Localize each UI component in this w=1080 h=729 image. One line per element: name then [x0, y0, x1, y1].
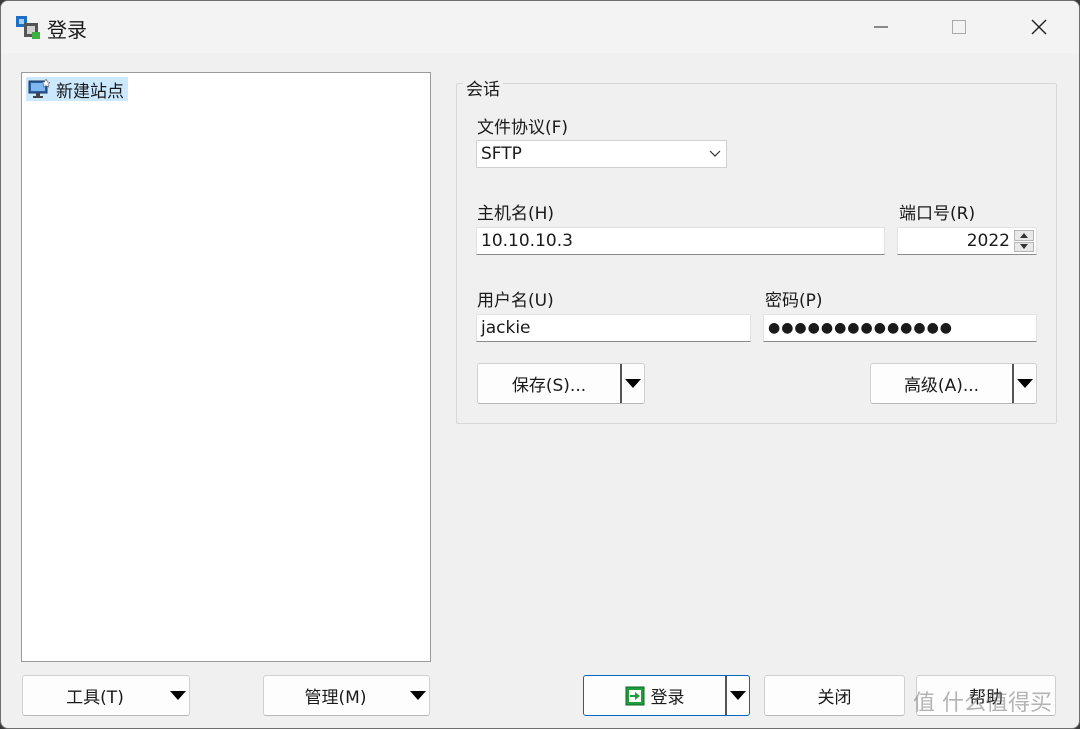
save-button-label: 保存(S)...: [511, 376, 587, 396]
save-dropdown-button[interactable]: [620, 364, 644, 403]
port-decrement-button[interactable]: [1014, 241, 1034, 252]
password-label: 密码(P): [765, 291, 823, 311]
close-button[interactable]: 关闭: [764, 675, 905, 716]
dropdown-arrow-icon: [1017, 379, 1033, 388]
winscp-app-icon: [16, 16, 40, 39]
tree-item-label: 新建站点: [56, 81, 124, 102]
login-button[interactable]: 登录: [583, 675, 750, 716]
chevron-down-icon: [709, 150, 721, 157]
host-input[interactable]: 10.10.10.3: [476, 227, 885, 255]
username-input[interactable]: jackie: [476, 314, 751, 342]
host-label: 主机名(H): [477, 204, 555, 224]
save-button-main[interactable]: 保存(S)...: [478, 364, 620, 403]
tools-button-main[interactable]: 工具(T): [23, 676, 167, 715]
dropdown-arrow-icon: [730, 691, 746, 700]
login-icon: [625, 686, 644, 705]
username-label: 用户名(U): [477, 291, 554, 311]
password-value: ●●●●●●●●●●●●●●: [768, 320, 954, 336]
minimize-button[interactable]: [841, 1, 921, 53]
minimize-icon: [874, 26, 888, 28]
port-label: 端口号(R): [899, 204, 976, 224]
manage-button[interactable]: 管理(M): [263, 675, 430, 716]
maximize-button[interactable]: [919, 1, 999, 53]
advanced-button-label: 高级(A)...: [903, 376, 980, 396]
save-button[interactable]: 保存(S)...: [477, 363, 645, 404]
advanced-button[interactable]: 高级(A)...: [870, 363, 1037, 404]
dropdown-arrow-icon: [410, 691, 426, 700]
port-value: 2022: [966, 231, 1010, 251]
dropdown-arrow-icon: [170, 691, 186, 700]
port-spinner[interactable]: 2022: [897, 227, 1037, 255]
tools-button[interactable]: 工具(T): [22, 675, 190, 716]
host-value: 10.10.10.3: [481, 231, 573, 251]
caret-up-icon: [1020, 232, 1028, 238]
port-spin-buttons: [1014, 230, 1034, 252]
close-button-label: 关闭: [817, 688, 852, 708]
protocol-select[interactable]: SFTP: [476, 140, 727, 168]
tools-dropdown-button[interactable]: [167, 676, 189, 715]
login-button-main[interactable]: 登录: [584, 676, 725, 715]
maximize-icon: [952, 20, 966, 34]
window-title: 登录: [47, 18, 87, 42]
protocol-value: SFTP: [481, 144, 522, 164]
password-input[interactable]: ●●●●●●●●●●●●●●: [763, 314, 1037, 342]
title-bar[interactable]: 登录: [1, 1, 1079, 53]
close-icon: [1031, 19, 1047, 35]
tree-item-new-site[interactable]: 新建站点: [26, 77, 128, 102]
protocol-label: 文件协议(F): [477, 118, 569, 138]
watermark-text: 值 什么值得买: [913, 691, 1052, 716]
login-dialog: 登录 新建站点 会话 文件协议(F) SFTP 主机名(H) 10.10.10.…: [0, 0, 1080, 729]
port-increment-button[interactable]: [1014, 230, 1034, 241]
session-group-label: 会话: [463, 75, 503, 100]
watermark: 值 什么值得买: [913, 685, 1052, 717]
login-button-label: 登录: [650, 688, 685, 708]
manage-button-label: 管理(M): [304, 688, 367, 708]
username-value: jackie: [481, 318, 531, 338]
manage-button-main[interactable]: 管理(M): [264, 676, 407, 715]
site-tree[interactable]: 新建站点: [21, 72, 431, 662]
advanced-dropdown-button[interactable]: [1012, 364, 1036, 403]
caret-down-icon: [1020, 244, 1028, 250]
advanced-button-main[interactable]: 高级(A)...: [871, 364, 1012, 403]
dropdown-arrow-icon: [625, 379, 641, 388]
login-dropdown-button[interactable]: [725, 676, 749, 715]
close-window-button[interactable]: [999, 1, 1079, 53]
manage-dropdown-button[interactable]: [407, 676, 429, 715]
tools-button-label: 工具(T): [66, 688, 124, 708]
monitor-star-icon: [28, 79, 50, 98]
